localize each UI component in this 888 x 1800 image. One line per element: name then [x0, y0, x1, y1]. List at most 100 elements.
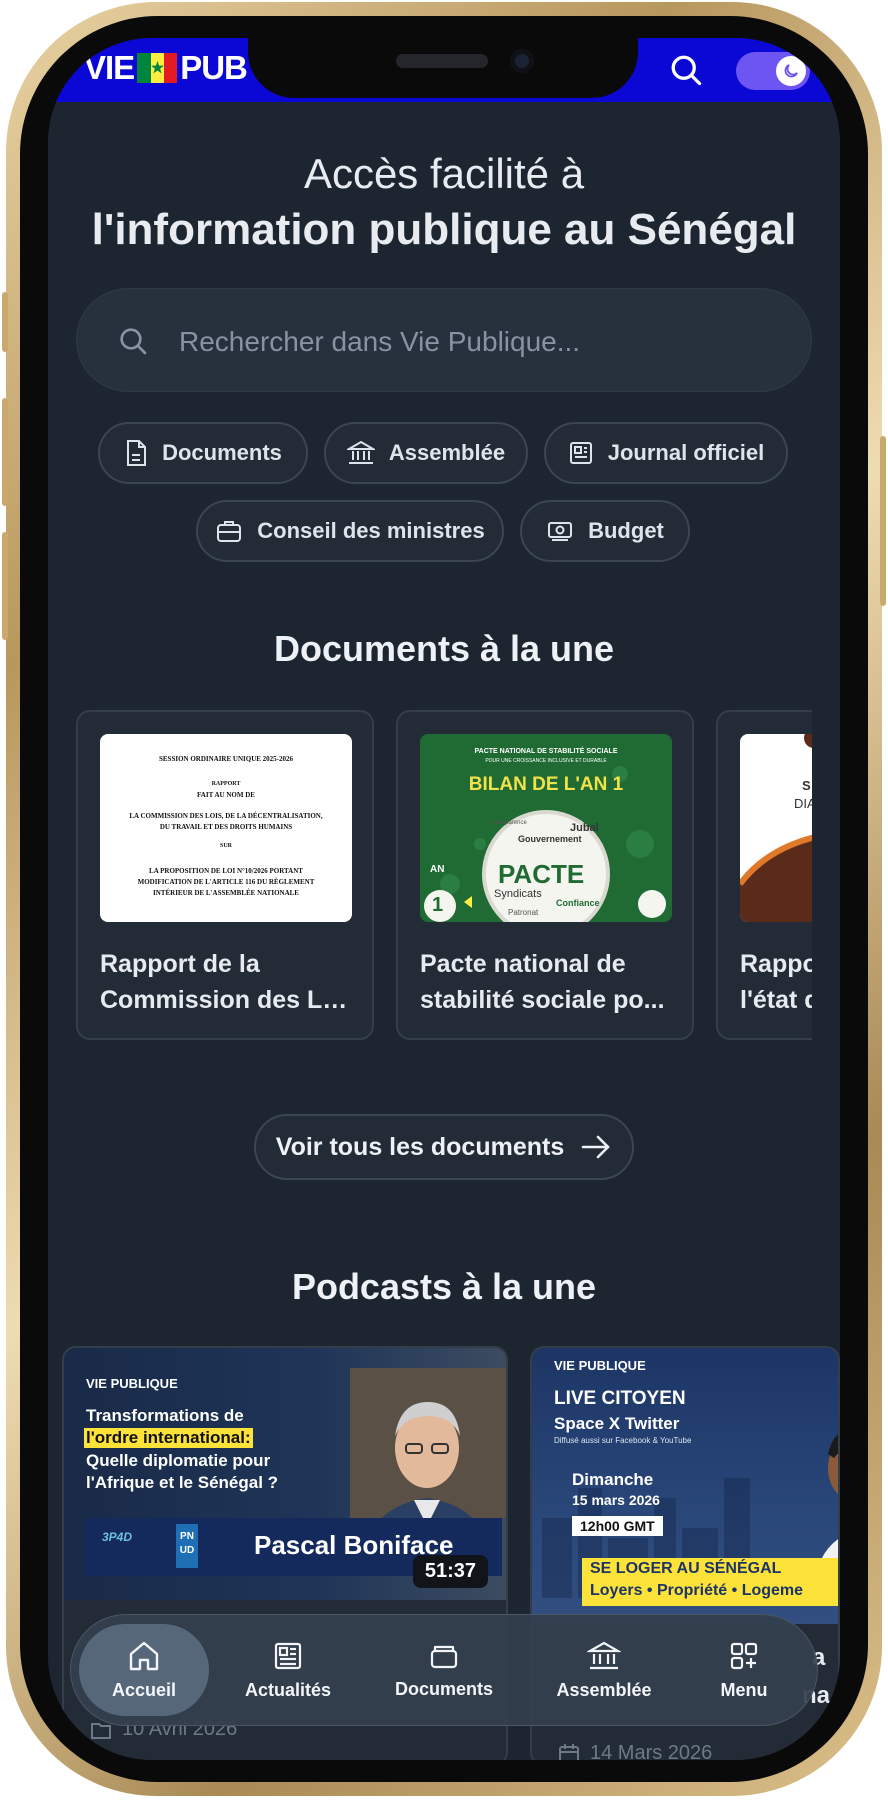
nav-label: Actualités [244, 1679, 332, 1700]
thumb-text: Transparence [490, 820, 527, 826]
podcast-headline: LIVE CITOYEN [554, 1388, 686, 1409]
thumb-text: PACTE [498, 859, 585, 889]
document-title-line: Rapport de la [100, 950, 260, 978]
podcasts-section-title: Podcasts à la une [291, 1266, 597, 1307]
thumb-text: BILAN DE L'AN 1 [468, 774, 624, 795]
home-icon [129, 1641, 159, 1670]
nav-label: Accueil [111, 1679, 177, 1700]
partner-logo: PN UD [176, 1524, 198, 1568]
search-icon [120, 328, 147, 355]
podcast-banner: SE LOGER AU SÉNÉGAL [590, 1560, 782, 1577]
logo-text-left: VIE [84, 49, 135, 86]
thumb-text: MODIFICATION DE L'ARTICLE 116 DU RÈGLEME… [137, 878, 315, 886]
thumb-text: LA PROPOSITION DE LOI N°10/2026 PORTANT [149, 867, 303, 875]
front-camera [510, 49, 534, 73]
thumb-text: Confiance [556, 898, 600, 908]
chip-label: Conseil des ministres [257, 518, 485, 543]
document-icon [127, 440, 147, 466]
document-title: Pacte national de stabilité sociale po..… [420, 946, 674, 1018]
thumb-text: AN [430, 864, 445, 875]
chip-label: Journal officiel [607, 440, 765, 465]
logo-text-right: PUB [180, 49, 248, 86]
document-card[interactable]: S DIA Rappo l'état d [716, 710, 812, 1040]
nav-label: Documents [394, 1678, 493, 1699]
app-screen: VIE PUB Accès facilité à l'information p… [48, 38, 840, 1760]
document-card[interactable]: SESSION ORDINAIRE UNIQUE 2025-2026 RAPPO… [76, 710, 374, 1040]
search-icon[interactable] [668, 52, 704, 93]
chip-label: Budget [588, 518, 664, 543]
podcast-headline: l'Afrique et le Sénégal ? [86, 1473, 279, 1492]
chip-budget[interactable]: Budget [520, 500, 690, 562]
chip-assemblee[interactable]: Assemblée [324, 422, 528, 484]
theme-toggle[interactable] [736, 52, 810, 90]
notch [248, 38, 638, 98]
podcast-event-date: 15 mars 2026 [572, 1492, 660, 1508]
see-all-label: Voir tous les documents [275, 1132, 565, 1161]
documents-carousel[interactable]: SESSION ORDINAIRE UNIQUE 2025-2026 RAPPO… [76, 710, 812, 1048]
grid-plus-icon [730, 1642, 758, 1669]
document-title-line: stabilité sociale po... [420, 986, 665, 1014]
thumb-text: RAPPORT [211, 781, 241, 787]
document-title-line: Rappo [740, 950, 812, 978]
calendar-icon [559, 1743, 579, 1760]
thumb-text: FAIT AU NOM DE [197, 791, 255, 799]
document-title-line: Pacte national de [420, 950, 626, 978]
duration-badge: 51:37 [412, 1555, 488, 1588]
building-columns-icon [346, 440, 375, 464]
podcast-time: 12h00 GMT [572, 1516, 663, 1536]
thumb-text: S [802, 778, 811, 793]
document-card[interactable]: PACTE NATIONAL DE STABILITÉ SOCIALE POUR… [396, 710, 694, 1040]
nav-label: Assemblée [556, 1679, 652, 1700]
thumb-text: Syndicats [494, 888, 542, 900]
nav-assemblee[interactable]: Assemblée [549, 1615, 659, 1725]
podcast-headline: Transformations de [86, 1406, 244, 1425]
document-thumbnail: PACTE NATIONAL DE STABILITÉ SOCIALE POUR… [420, 734, 672, 922]
site-logo[interactable]: VIE PUB [84, 48, 248, 88]
thumb-text: DU TRAVAIL ET DES DROITS HUMAINS [159, 823, 293, 831]
podcast-subline: Diffusé aussi sur Facebook & YouTube [554, 1436, 692, 1445]
podcast-brand: VIE PUBLIQUE [86, 1376, 178, 1391]
nav-accueil[interactable]: Accueil [79, 1624, 209, 1716]
thumb-text: LA COMMISSION DES LOIS, DE LA DÉCENTRALI… [129, 812, 323, 820]
document-title: Rapport de la Commission des Lo... [100, 946, 354, 1018]
nav-label: Menu [720, 1679, 768, 1700]
chip-journal-officiel[interactable]: Journal officiel [544, 422, 788, 484]
thumb-text: POUR UNE CROISSANCE INCLUSIVE ET DURABLE [485, 758, 607, 764]
podcast-date-text: 14 Mars 2026 [590, 1742, 713, 1760]
thumb-text: Jubal [570, 822, 599, 834]
mute-switch [2, 292, 8, 352]
chip-label: Assemblée [388, 440, 506, 465]
podcast-thumbnail: VIE PUBLIQUE Transformations de l'ordre … [64, 1348, 506, 1600]
documents-section-title: Documents à la une [273, 628, 615, 669]
document-title-line: Commission des Lo... [100, 986, 354, 1014]
podcast-thumbnail: VIE PUBLIQUE LIVE CITOYEN Space X Twitte… [532, 1348, 838, 1624]
chip-documents[interactable]: Documents [98, 422, 308, 484]
chip-conseil-des-ministres[interactable]: Conseil des ministres [196, 500, 504, 562]
thumb-text: Gouvernement [518, 834, 582, 844]
see-all-documents-button[interactable]: Voir tous les documents [254, 1114, 634, 1180]
nav-documents[interactable]: Documents [389, 1615, 499, 1725]
building-columns-icon [587, 1641, 621, 1669]
podcast-brand: VIE PUBLIQUE [554, 1358, 646, 1373]
podcast-day: Dimanche [572, 1470, 654, 1489]
document-title-line: l'état d [740, 986, 812, 1014]
search-input[interactable] [177, 311, 781, 373]
thumb-text: INTÉRIEUR DE L'ASSEMBLÉE NATIONALE [153, 889, 299, 897]
document-title: Rappo l'état d [740, 946, 812, 1018]
briefcase-icon [217, 521, 242, 542]
podcast-headline: Quelle diplomatie pour [86, 1451, 271, 1470]
search-bar[interactable] [76, 288, 812, 392]
arrow-right-icon [581, 1135, 610, 1159]
document-thumbnail: SESSION ORDINAIRE UNIQUE 2025-2026 RAPPO… [100, 734, 352, 922]
hero-title: l'information publique au Sénégal [91, 205, 797, 254]
speaker-grille [396, 54, 488, 68]
moon-icon [776, 56, 806, 86]
senegal-flag-icon [137, 53, 178, 83]
bottom-navigation: Accueil Actualités Documents Assemblée M… [70, 1614, 818, 1726]
podcast-headline-highlight: l'ordre international: [84, 1428, 253, 1448]
nav-actualites[interactable]: Actualités [233, 1615, 343, 1725]
thumb-text: SESSION ORDINAIRE UNIQUE 2025-2026 [159, 755, 293, 763]
nav-menu[interactable]: Menu [699, 1615, 789, 1725]
chip-label: Documents [162, 440, 282, 465]
volume-up-button [2, 398, 8, 506]
